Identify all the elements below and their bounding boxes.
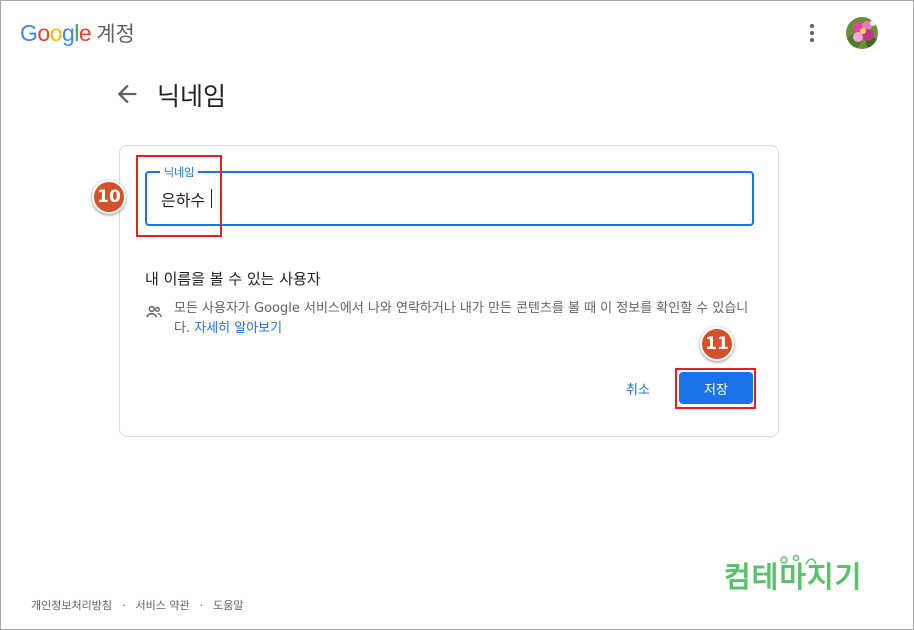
highlight-box-nickname xyxy=(136,155,222,237)
footer-separator: · xyxy=(199,598,204,612)
learn-more-link[interactable]: 자세히 알아보기 xyxy=(194,321,282,336)
more-vert-icon[interactable] xyxy=(800,20,824,46)
nickname-input[interactable] xyxy=(161,186,721,212)
watermark-logo: 컴테마지기 xyxy=(724,554,862,594)
cancel-button[interactable]: 취소 xyxy=(610,372,666,404)
terms-link[interactable]: 서비스 약관 xyxy=(135,597,189,613)
google-wordmark: Google xyxy=(20,20,92,46)
svg-text:컴테마지기: 컴테마지기 xyxy=(724,560,862,594)
product-name: 계정 xyxy=(96,22,135,46)
footer-separator: · xyxy=(121,598,126,612)
account-avatar[interactable] xyxy=(846,17,878,49)
site-watermark: 컴테마지기 xyxy=(724,552,892,596)
highlight-box-save xyxy=(675,368,756,409)
google-account-logo[interactable]: Google 계정 xyxy=(20,18,135,48)
help-link[interactable]: 도움말 xyxy=(213,597,243,613)
privacy-policy-link[interactable]: 개인정보처리방침 xyxy=(31,597,112,613)
visibility-heading: 내 이름을 볼 수 있는 사용자 xyxy=(145,270,321,288)
page-title: 닉네임 xyxy=(157,82,227,111)
flower-avatar-icon xyxy=(846,17,878,49)
step-badge-11: 11 xyxy=(700,327,734,361)
footer: 개인정보처리방침 · 서비스 약관 · 도움말 xyxy=(31,597,243,613)
step-badge-10: 10 xyxy=(92,180,126,214)
people-icon xyxy=(145,303,163,321)
visibility-description: 모든 사용자가 Google 서비스에서 나와 연락하거나 내가 만든 콘텐츠를… xyxy=(174,299,764,339)
arrow-back-icon[interactable] xyxy=(113,80,141,108)
nickname-field[interactable]: 닉네임 xyxy=(145,164,754,226)
